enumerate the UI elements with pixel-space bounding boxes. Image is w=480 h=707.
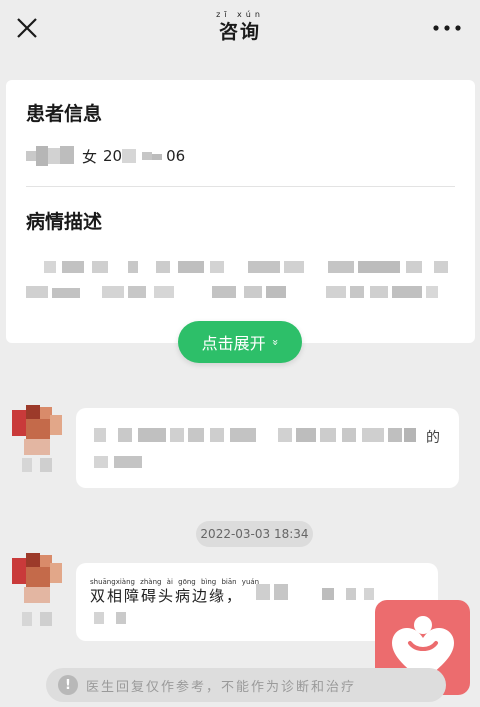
redacted-message-text-line2 <box>94 612 126 624</box>
redacted-name <box>26 146 74 166</box>
doctor-avatar[interactable] <box>12 405 62 455</box>
expand-button-label: 点击展开 <box>201 334 266 353</box>
message-text: 双相障碍头病边缘， <box>90 587 244 605</box>
redacted-avatar-caption <box>22 612 52 626</box>
chevron-down-icon: » <box>268 338 282 346</box>
message-timestamp: 2022-03-03 18:34 <box>196 521 313 547</box>
title-text: 咨询 <box>218 21 261 43</box>
patient-gender: 女 <box>82 147 98 166</box>
page-title: zī xún 咨询 <box>0 10 480 44</box>
redacted-birthdate <box>122 149 163 163</box>
disclaimer-bar: ! 医生回复仅作参考，不能作为诊断和治疗 <box>46 668 446 702</box>
patient-info-heading: 患者信息 <box>26 103 103 125</box>
message-tail-text: 的 <box>426 430 440 446</box>
title-ruby: zī xún <box>216 10 264 19</box>
card-divider <box>26 186 455 187</box>
redacted-condition-description <box>26 261 448 298</box>
patient-birth-suffix: 06 <box>166 147 186 165</box>
disclaimer-text: 医生回复仅作参考，不能作为诊断和治疗 <box>86 679 357 695</box>
patient-card: 患者信息 女 20 06 病情描述 <box>6 80 475 343</box>
patient-birth-prefix: 20 <box>103 147 123 165</box>
info-icon: ! <box>58 675 78 695</box>
patient-info-line: 女 20 06 <box>26 146 185 166</box>
condition-heading: 病情描述 <box>26 211 103 233</box>
redacted-avatar-caption <box>22 458 52 472</box>
doctor-avatar[interactable] <box>12 553 62 603</box>
redacted-message-text <box>94 428 416 468</box>
more-icon[interactable] <box>432 21 462 35</box>
message-bubble: 的 <box>76 408 459 488</box>
expand-button[interactable]: 点击展开 » <box>178 321 302 363</box>
top-bar: zī xún 咨询 <box>0 0 480 58</box>
